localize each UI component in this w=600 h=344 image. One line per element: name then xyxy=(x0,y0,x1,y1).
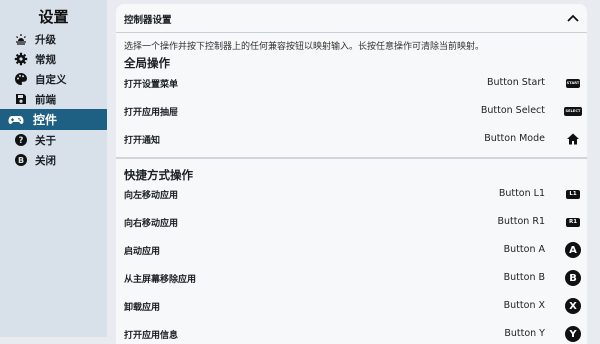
action-label: 卸载应用 xyxy=(124,303,161,313)
action-label: 打开应用信息 xyxy=(124,331,179,341)
sidebar-item-about[interactable]: ? 关于 xyxy=(0,130,107,150)
x-button-icon: X xyxy=(565,298,581,314)
sidebar-item-close[interactable]: B 关闭 xyxy=(0,150,107,170)
button-mapping: Button R1 xyxy=(497,216,546,227)
select-button-icon: SELECT xyxy=(564,103,582,119)
button-mapping: Button X xyxy=(503,300,545,311)
palette-icon xyxy=(14,72,28,86)
action-row[interactable]: 向左移动应用 Button L1 L1 xyxy=(116,180,587,208)
action-label: 打开通知 xyxy=(124,136,161,146)
close-b-icon: B xyxy=(14,153,28,167)
action-label: 向左移动应用 xyxy=(124,191,179,201)
action-label: 向右移动应用 xyxy=(124,219,179,229)
button-mapping: Button A xyxy=(503,244,545,255)
button-mapping: Button L1 xyxy=(498,188,545,199)
sidebar-item-label: 自定义 xyxy=(35,73,67,86)
action-row[interactable]: 打开应用抽屉 Button Select SELECT xyxy=(116,97,587,125)
panel-description: 选择一个操作并按下控制器上的任何兼容按钮以映射输入。长按任意操作可清除当前映射。 xyxy=(124,42,485,52)
section-divider xyxy=(116,157,587,159)
controller-settings-panel: 控制器设置 选择一个操作并按下控制器上的任何兼容按钮以映射输入。长按任意操作可清… xyxy=(116,4,587,344)
action-label: 打开应用抽屉 xyxy=(124,108,179,118)
svg-text:?: ? xyxy=(19,136,24,146)
sidebar-item-controls[interactable]: 控件 xyxy=(0,109,107,130)
sidebar-item-upgrade[interactable]: 升级 xyxy=(0,29,107,49)
sidebar-item-label: 关闭 xyxy=(35,154,56,167)
button-mapping: Button Mode xyxy=(484,133,545,144)
sidebar-item-label: 控件 xyxy=(33,113,58,127)
start-button-icon: START xyxy=(565,75,581,91)
sidebar-title: 设置 xyxy=(38,8,69,26)
svg-text:B: B xyxy=(18,156,24,165)
sidebar-item-general[interactable]: 常规 xyxy=(0,49,107,69)
y-button-icon: Y xyxy=(565,326,581,342)
sidebar-item-label: 常规 xyxy=(35,53,56,66)
sidebar-item-label: 升级 xyxy=(35,33,56,46)
button-mapping: Button Start xyxy=(486,77,545,88)
sidebar-item-label: 关于 xyxy=(35,134,56,147)
help-icon: ? xyxy=(14,133,28,147)
action-row[interactable]: 卸载应用 Button X X xyxy=(116,292,587,320)
button-mapping: Button Y xyxy=(504,328,545,339)
home-icon xyxy=(565,131,581,147)
button-mapping: Button B xyxy=(503,272,545,283)
action-row[interactable]: 打开设置菜单 Button Start START xyxy=(116,69,587,97)
action-row[interactable]: 向右移动应用 Button R1 R1 xyxy=(116,208,587,236)
action-label: 打开设置菜单 xyxy=(124,80,179,90)
action-row[interactable]: 打开通知 Button Mode xyxy=(116,125,587,153)
panel-header[interactable]: 控制器设置 xyxy=(116,4,587,32)
gear-icon xyxy=(14,52,28,66)
b-button-icon: B xyxy=(565,270,581,286)
sidebar-item-customize[interactable]: 自定义 xyxy=(0,69,107,89)
action-label: 从主屏幕移除应用 xyxy=(124,275,197,285)
chevron-up-icon[interactable] xyxy=(565,10,581,24)
action-row[interactable]: 从主屏幕移除应用 Button B B xyxy=(116,264,587,292)
divider xyxy=(116,32,587,33)
sidebar-item-label: 前端 xyxy=(35,93,56,106)
save-icon xyxy=(14,92,28,106)
l1-button-icon: L1 xyxy=(565,186,581,202)
sidebar-item-frontend[interactable]: 前端 xyxy=(0,89,107,109)
button-mapping: Button Select xyxy=(480,105,545,116)
a-button-icon: A xyxy=(565,242,581,258)
gamepad-icon xyxy=(8,112,24,128)
action-row[interactable]: 启动应用 Button A A xyxy=(116,236,587,264)
action-row[interactable]: 打开应用信息 Button Y Y xyxy=(116,320,587,344)
sidebar: 设置 升级 常规 自定义 前端 控件 ? 关于 B 关闭 xyxy=(0,0,107,337)
panel-title: 控制器设置 xyxy=(124,15,172,26)
sunrise-icon xyxy=(14,32,28,46)
action-label: 启动应用 xyxy=(124,247,161,257)
r1-button-icon: R1 xyxy=(565,214,581,230)
